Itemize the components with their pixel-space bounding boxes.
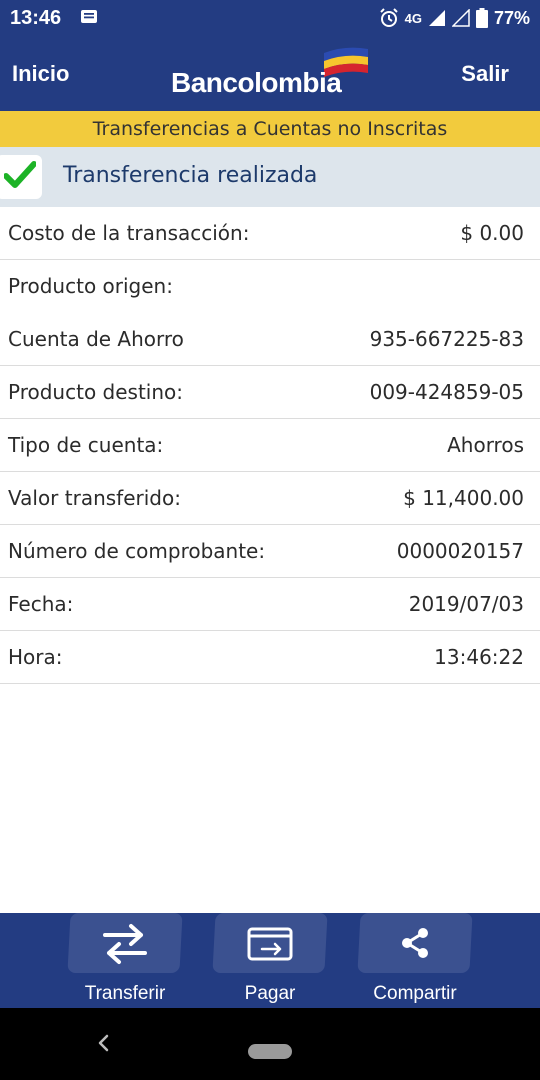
status-time: 13:46: [10, 7, 62, 29]
system-nav-bar: [0, 1008, 540, 1080]
status-icons: 4G 77%: [379, 7, 530, 29]
status-bar: 13:46 4G 77%: [0, 0, 540, 37]
detail-row-origin: Producto origen:: [0, 260, 540, 313]
detail-value: 13:46:22: [434, 645, 524, 669]
signal-empty-icon: [451, 9, 470, 27]
detail-row-cost: Costo de la transacción: $ 0.00: [0, 207, 540, 260]
page-title: Transferencias a Cuentas no Inscritas: [0, 111, 540, 147]
home-pill-icon[interactable]: [248, 1044, 292, 1059]
compartir-button[interactable]: Compartir: [355, 913, 475, 1008]
action-bar: Transferir Pagar Compartir: [0, 913, 540, 1008]
action-label: Pagar: [244, 983, 296, 1004]
check-icon: [4, 161, 36, 188]
back-icon[interactable]: [92, 1028, 116, 1058]
brand-name: Bancolombia: [171, 67, 342, 98]
detail-row-amount: Valor transferido: $ 11,400.00: [0, 472, 540, 525]
detail-label: Hora:: [8, 645, 63, 669]
salir-button[interactable]: Salir: [461, 61, 509, 87]
detail-row-receipt: Número de comprobante: 0000020157: [0, 525, 540, 578]
detail-label: Producto destino:: [8, 380, 183, 404]
detail-label: Fecha:: [8, 592, 74, 616]
transfer-arrows-icon: [103, 924, 147, 964]
detail-label: Producto origen:: [8, 274, 173, 298]
action-label: Transferir: [84, 983, 166, 1004]
detail-label: Costo de la transacción:: [8, 221, 250, 245]
signal-icon: [428, 10, 445, 26]
detail-value: 0000020157: [396, 539, 524, 563]
success-badge: [0, 155, 42, 199]
alarm-icon: [379, 8, 398, 27]
detail-label: Número de comprobante:: [8, 539, 266, 563]
detail-value: 935-667225-83: [369, 327, 524, 351]
action-label: Compartir: [373, 983, 457, 1004]
detail-value: 2019/07/03: [408, 592, 524, 616]
battery-icon: [475, 8, 488, 28]
detail-row-account-type: Tipo de cuenta: Ahorros: [0, 419, 540, 472]
card-payment-icon: [247, 927, 293, 961]
app-header: Inicio Bancolombia Salir: [0, 37, 540, 111]
detail-value: $ 0.00: [460, 221, 524, 245]
message-icon: [81, 10, 97, 23]
inicio-button[interactable]: Inicio: [12, 61, 69, 87]
network-type: 4G: [404, 10, 422, 26]
share-icon: [402, 928, 428, 958]
detail-label: Valor transferido:: [8, 486, 181, 510]
success-label: Transferencia realizada: [63, 163, 318, 188]
detail-value: Ahorros: [447, 433, 524, 457]
detail-row-date: Fecha: 2019/07/03: [0, 578, 540, 631]
transferir-button[interactable]: Transferir: [65, 913, 185, 1008]
detail-row-origin-account: Cuenta de Ahorro 935-667225-83: [0, 313, 540, 366]
detail-value: 009-424859-05: [369, 380, 524, 404]
success-message: Transferencia realizada: [0, 147, 540, 207]
detail-value: $ 11,400.00: [403, 486, 524, 510]
detail-row-time: Hora: 13:46:22: [0, 631, 540, 684]
transaction-details: Costo de la transacción: $ 0.00 Producto…: [0, 207, 540, 684]
pagar-button[interactable]: Pagar: [210, 913, 330, 1008]
battery-percent: 77%: [493, 7, 530, 28]
detail-label: Cuenta de Ahorro: [8, 327, 184, 351]
detail-row-destination: Producto destino: 009-424859-05: [0, 366, 540, 419]
detail-label: Tipo de cuenta:: [8, 433, 164, 457]
